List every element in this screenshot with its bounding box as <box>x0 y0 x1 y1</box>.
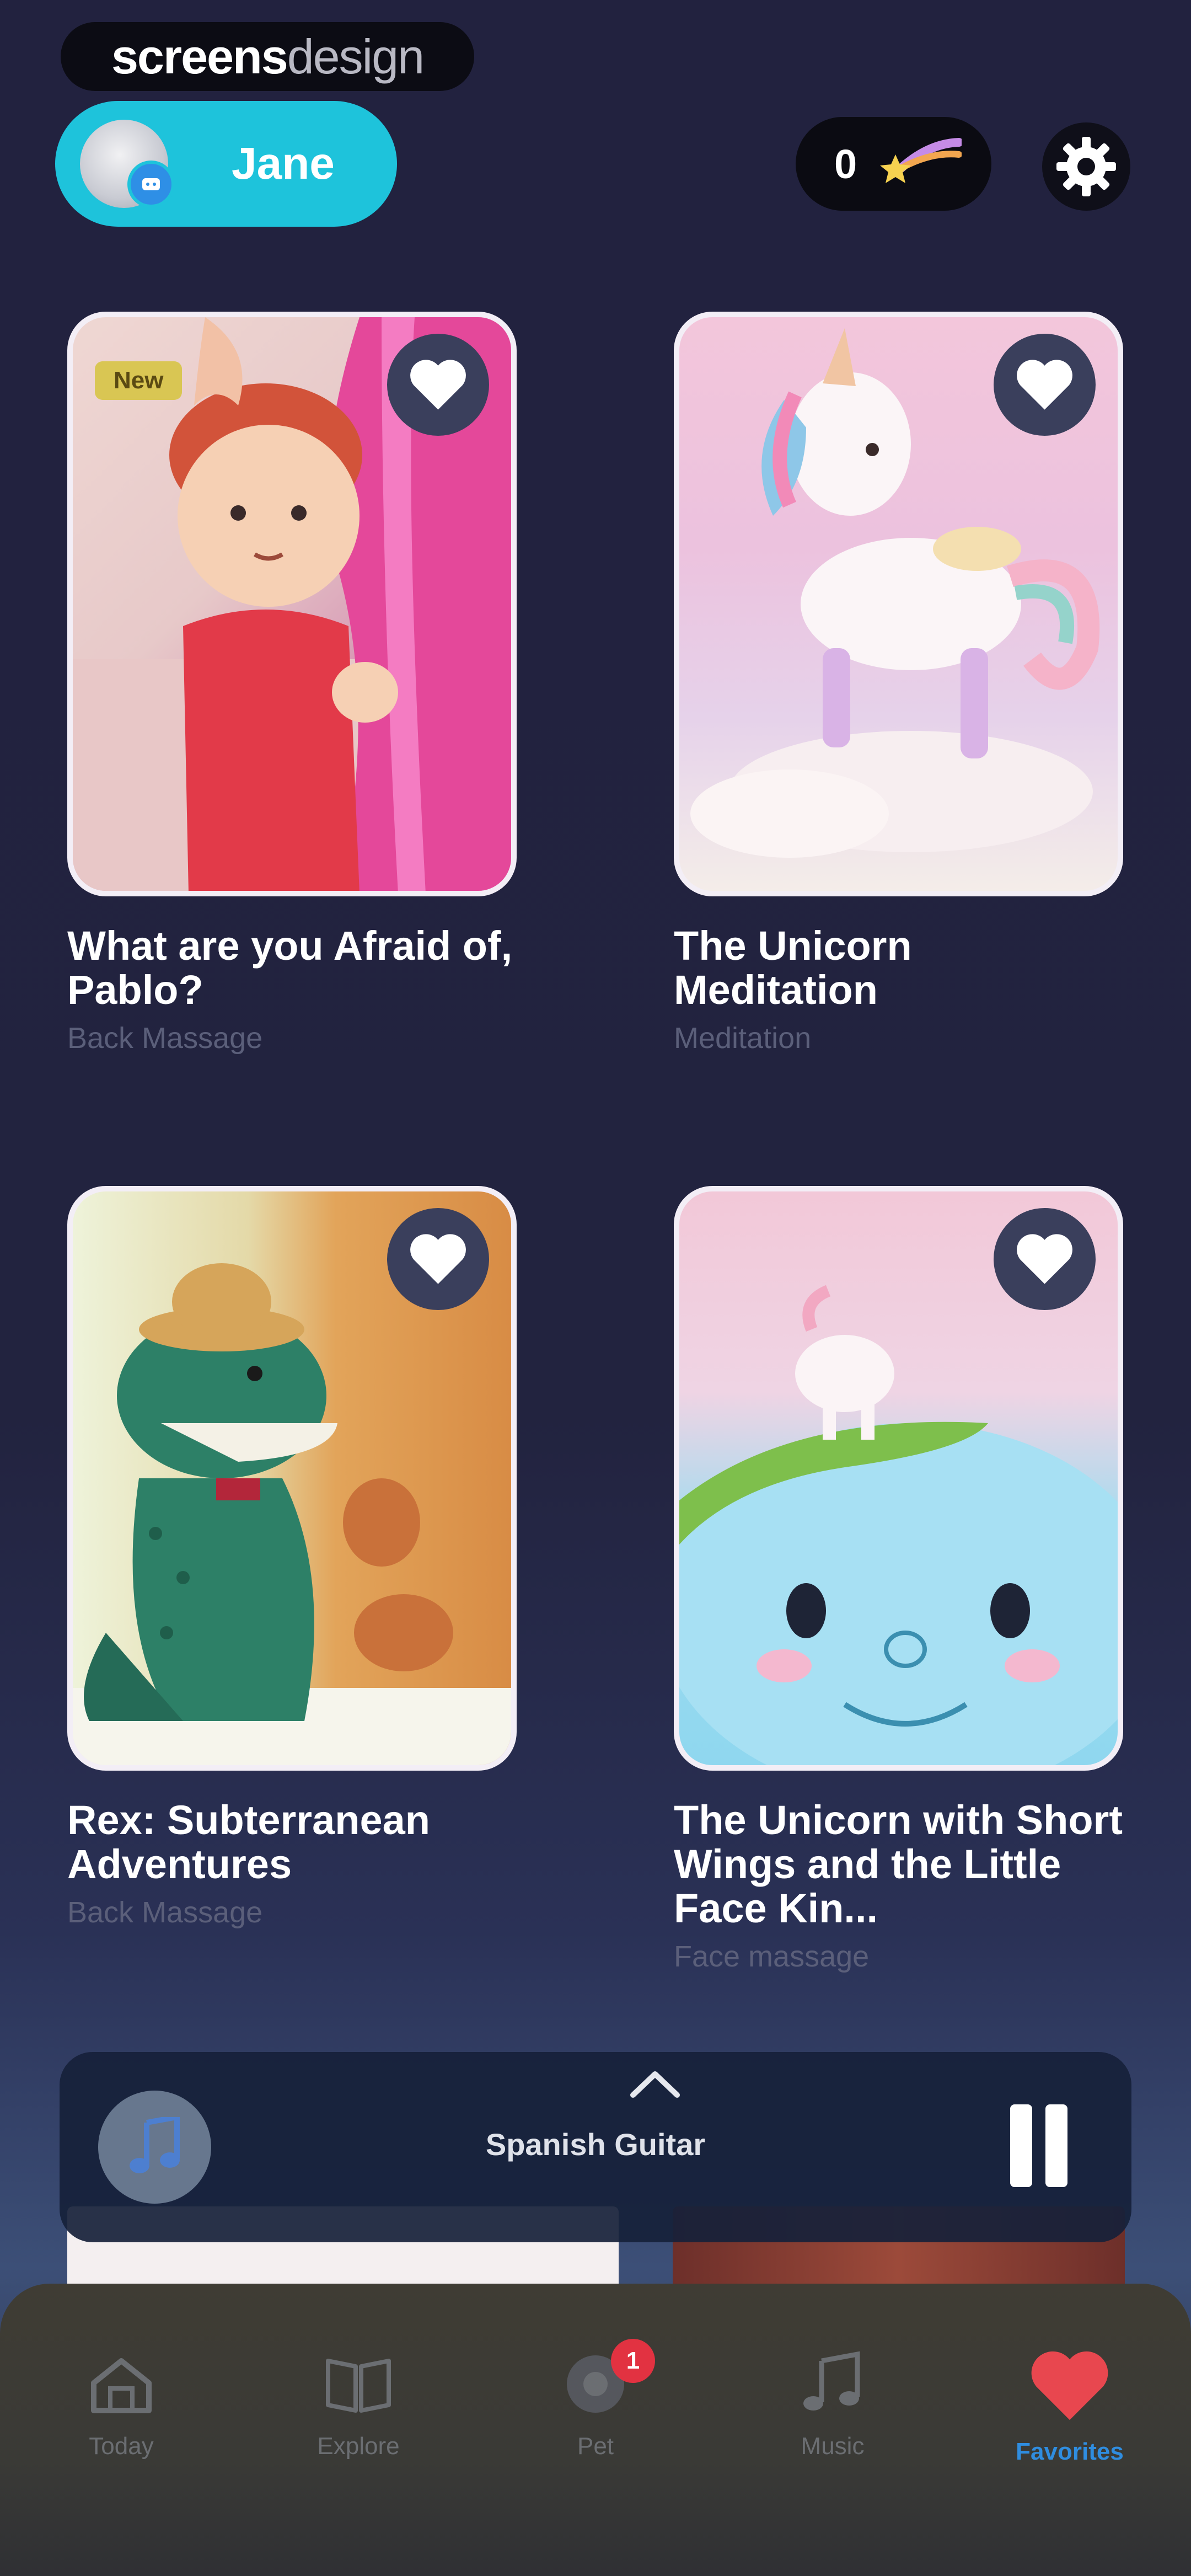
story-card[interactable]: The Unicorn Meditation Meditation <box>674 312 1123 1055</box>
mini-player[interactable]: Spanish Guitar <box>60 2052 1131 2242</box>
favorite-button[interactable] <box>387 1208 489 1310</box>
favorite-button[interactable] <box>994 1208 1096 1310</box>
pause-button[interactable] <box>1006 2104 1072 2187</box>
shooting-star-icon <box>879 137 964 190</box>
nav-pet[interactable]: 1 Pet <box>513 2339 678 2460</box>
heart-icon <box>410 360 466 410</box>
notification-badge: 1 <box>611 2339 655 2383</box>
pause-icon <box>1045 2104 1067 2187</box>
nav-favorites[interactable]: Favorites <box>987 2350 1152 2466</box>
book-icon <box>326 2359 391 2413</box>
story-card[interactable]: The Unicorn with Short Wings and the Lit… <box>674 1186 1123 1974</box>
nav-label: Today <box>89 2433 154 2460</box>
story-category: Back Massage <box>67 1022 263 1055</box>
story-title: The Unicorn Meditation <box>674 923 912 1013</box>
profile-switcher-button[interactable]: Jane <box>55 101 397 227</box>
watermark-strong-text: screens <box>111 29 288 84</box>
nav-music[interactable]: Music <box>750 2350 915 2460</box>
story-title: The Unicorn with Short Wings and the Lit… <box>674 1797 1123 1931</box>
nav-label: Pet <box>577 2433 614 2460</box>
nav-today[interactable]: Today <box>39 2350 204 2460</box>
story-category: Meditation <box>674 1022 812 1055</box>
music-note-icon <box>803 2351 860 2411</box>
profile-name: Jane <box>232 138 335 189</box>
pause-icon <box>1010 2104 1032 2187</box>
favorite-button[interactable] <box>994 334 1096 436</box>
screensdesign-watermark: screens design <box>61 22 474 91</box>
heart-icon <box>1017 360 1072 410</box>
house-icon <box>91 2358 152 2413</box>
heart-icon <box>1031 2351 1108 2420</box>
gear-icon <box>1056 137 1116 196</box>
story-illustration <box>67 1186 517 1771</box>
story-illustration <box>674 1186 1123 1771</box>
nav-label: Explore <box>317 2433 400 2460</box>
chevron-up-icon[interactable] <box>627 2067 683 2101</box>
avatar <box>80 120 175 208</box>
story-category: Face massage <box>674 1940 870 1973</box>
nav-label: Favorites <box>1016 2438 1124 2465</box>
switch-profile-icon <box>127 161 175 208</box>
heart-icon <box>410 1234 466 1284</box>
heart-icon <box>1017 1234 1072 1284</box>
favorite-button[interactable] <box>387 334 489 436</box>
story-card[interactable]: Rex: Subterranean Adventures Back Massag… <box>67 1186 517 1930</box>
story-illustration: New <box>67 312 517 896</box>
new-badge: New <box>95 361 183 400</box>
story-card[interactable]: New What are you Afraid of, Pablo? Back … <box>67 312 517 1055</box>
story-category: Back Massage <box>67 1896 263 1929</box>
coins-counter[interactable]: 0 <box>796 117 991 211</box>
story-title: Rex: Subterranean Adventures <box>67 1797 430 1887</box>
bottom-navigation: Today Explore 1 Pet Music Favorites <box>0 2284 1191 2576</box>
nav-explore[interactable]: Explore <box>276 2350 441 2460</box>
coins-count: 0 <box>834 141 857 187</box>
story-title: What are you Afraid of, Pablo? <box>67 923 513 1013</box>
nav-label: Music <box>801 2433 865 2460</box>
watermark-light-text: design <box>287 29 425 84</box>
track-title: Spanish Guitar <box>485 2127 706 2162</box>
settings-button[interactable] <box>1042 122 1130 211</box>
story-illustration <box>674 312 1123 896</box>
